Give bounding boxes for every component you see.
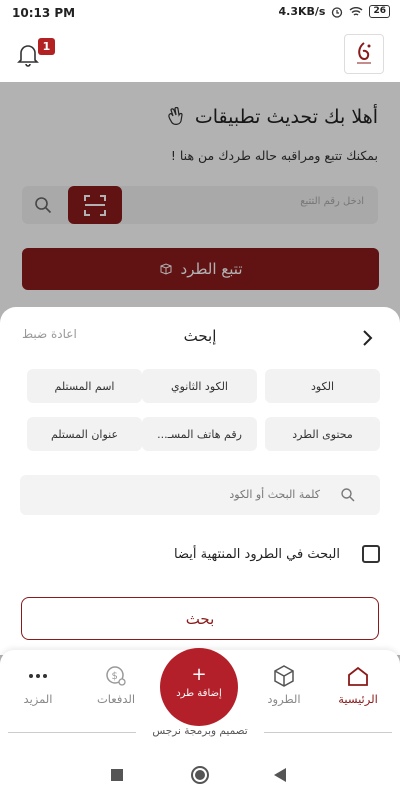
bell-icon[interactable]: [16, 42, 40, 68]
plus-icon: +: [191, 664, 207, 685]
nav-parcels-label: الطرود: [267, 692, 301, 706]
app-header: 1: [0, 26, 400, 82]
nav-more-label: المزيد: [23, 692, 53, 706]
reset-button[interactable]: اعادة ضبط: [22, 327, 77, 341]
filter-code[interactable]: الكود: [265, 369, 380, 403]
nav-payments[interactable]: $ الدفعات: [84, 664, 148, 706]
nav-more[interactable]: المزيد: [6, 664, 70, 706]
keyword-search-field[interactable]: كلمة البحث أو الكود: [20, 475, 380, 515]
add-parcel-label: إضافة طرد: [176, 688, 222, 699]
back-icon[interactable]: [272, 767, 288, 783]
search-submit-button[interactable]: بحث: [21, 597, 379, 640]
battery-indicator: 26: [369, 5, 390, 18]
credit-footer: تصميم وبرمجة نرجس: [0, 725, 400, 739]
logo-mark-icon: [357, 42, 371, 64]
keyword-placeholder: كلمة البحث أو الكود: [229, 488, 320, 501]
network-speed: 4.3KB/s: [278, 5, 326, 18]
alarm-icon: [332, 6, 343, 18]
nav-home[interactable]: الرئيسية: [326, 664, 390, 706]
wifi-icon: [350, 7, 363, 16]
status-bar: 10:13 PM 4.3KB/s 26: [0, 0, 400, 26]
include-finished-checkbox[interactable]: [362, 545, 380, 563]
svg-text:$: $: [112, 671, 118, 682]
status-icons: 4.3KB/s 26: [278, 5, 390, 18]
filter-recipient-phone[interactable]: رقم هاتف المسـ...: [142, 417, 257, 451]
notification-badge: 1: [38, 38, 55, 55]
home-icon: [348, 666, 368, 686]
system-navigation-bar: [0, 750, 400, 800]
filter-parcel-content[interactable]: محتوى الطرد: [265, 417, 380, 451]
include-finished-row[interactable]: البحث في الطرود المنتهية أيضا: [174, 545, 380, 563]
recent-apps-icon[interactable]: [110, 768, 124, 782]
credit-text: تصميم وبرمجة نرجس: [152, 725, 248, 737]
app-logo: [344, 34, 384, 74]
cube-icon: [274, 665, 294, 687]
search-bottom-sheet: إبحث اعادة ضبط الكود الكود الثانوي اسم ا…: [0, 307, 400, 655]
nav-payments-label: الدفعات: [96, 692, 136, 706]
nav-home-label: الرئيسية: [338, 692, 378, 706]
status-time: 10:13 PM: [12, 6, 76, 20]
more-dots-icon: [29, 674, 47, 678]
filter-recipient-name[interactable]: اسم المستلم: [27, 369, 142, 403]
filter-secondary-code[interactable]: الكود الثانوي: [142, 369, 257, 403]
filter-recipient-address[interactable]: عنوان المستلم: [27, 417, 142, 451]
include-finished-label: البحث في الطرود المنتهية أيضا: [174, 546, 340, 562]
nav-parcels[interactable]: الطرود: [252, 664, 316, 706]
search-icon: [341, 488, 355, 502]
home-circle-icon[interactable]: [190, 765, 210, 785]
add-parcel-button[interactable]: + إضافة طرد: [160, 648, 238, 726]
payments-icon: $: [106, 666, 126, 686]
